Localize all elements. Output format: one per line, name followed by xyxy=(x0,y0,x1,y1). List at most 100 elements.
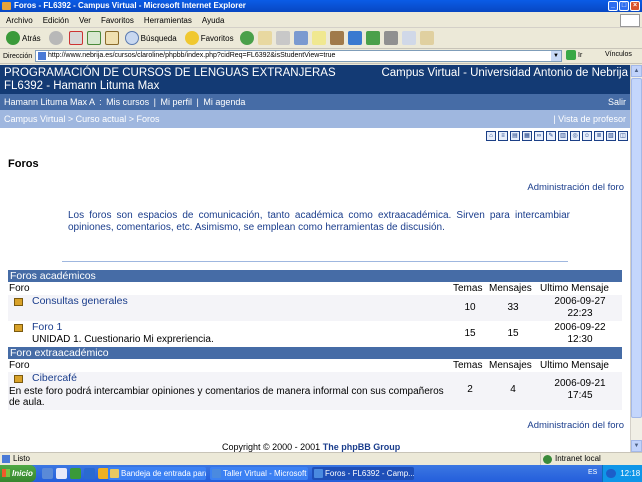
go-button[interactable]: Ir xyxy=(566,50,582,60)
scroll-thumb[interactable] xyxy=(631,78,642,418)
phpbb-link[interactable]: The phpBB Group xyxy=(323,442,401,452)
language-indicator[interactable]: ES xyxy=(588,469,597,476)
column-header: Foro Temas Mensajes Ultimo Mensaje xyxy=(9,283,609,294)
group-icon[interactable]: ◎ xyxy=(570,131,580,141)
forward-button[interactable] xyxy=(47,29,65,47)
users-icon[interactable]: ☺ xyxy=(582,131,592,141)
scroll-down-icon[interactable]: ▼ xyxy=(631,440,642,452)
back-button[interactable]: Atrás xyxy=(4,29,43,47)
announcements-icon[interactable]: ≣ xyxy=(594,131,604,141)
forum-admin-link-bottom[interactable]: Administración del foro xyxy=(527,420,624,431)
menu-ver[interactable]: Ver xyxy=(79,16,91,25)
network-icon[interactable] xyxy=(606,469,616,479)
link-mi-perfil[interactable]: Mi perfil xyxy=(160,97,192,107)
forum-link[interactable]: Consultas generales xyxy=(32,295,128,307)
column-header: Foro Temas Mensajes Ultimo Mensaje xyxy=(9,360,609,371)
page-icon xyxy=(38,52,46,60)
last-post: 2006-09-22 12:30 xyxy=(554,322,606,345)
campus-title[interactable]: Campus Virtual - Universidad Antonio de … xyxy=(381,67,628,79)
refresh-icon[interactable] xyxy=(86,31,101,45)
research-icon[interactable] xyxy=(329,31,344,45)
last-post: 2006-09-21 17:45 xyxy=(554,378,606,401)
last-post: 2006-09-27 22:23 xyxy=(554,296,606,319)
links-label[interactable]: Vínculos xyxy=(605,51,632,58)
task-foros[interactable]: Foros - FL6392 - Camp... xyxy=(312,467,414,480)
close-button[interactable]: × xyxy=(630,1,640,11)
desktop-icon[interactable] xyxy=(42,468,53,479)
crumb-curso[interactable]: Curso actual xyxy=(76,114,127,124)
address-label: Dirección xyxy=(3,52,33,60)
list-icon[interactable]: ≡ xyxy=(498,131,508,141)
campus-banner: PROGRAMACIÓN DE CURSOS DE LENGUAS EXTRAN… xyxy=(0,65,630,94)
work-icon[interactable]: ▥ xyxy=(558,131,568,141)
forward-arrow-icon xyxy=(48,31,63,45)
clock[interactable]: 12:18 xyxy=(620,469,640,478)
ie-quick-icon[interactable] xyxy=(84,468,95,479)
page-status-icon xyxy=(2,455,10,463)
link-mi-agenda[interactable]: Mi agenda xyxy=(203,97,245,107)
menu-edicion[interactable]: Edición xyxy=(43,16,69,25)
logout-link[interactable]: Salir xyxy=(608,94,626,110)
section-foro-extraacademico: Foro extraacadémico xyxy=(8,347,622,359)
edit-icon[interactable] xyxy=(293,31,308,45)
stop-icon[interactable] xyxy=(68,31,83,45)
links-icon[interactable]: ∞ xyxy=(534,131,544,141)
crumb-campus[interactable]: Campus Virtual xyxy=(4,114,65,124)
copy-icon[interactable] xyxy=(401,31,416,45)
home-icon[interactable] xyxy=(104,31,119,45)
address-dropdown-icon[interactable]: ▼ xyxy=(551,51,561,61)
forum-row: Cibercafé En este foro podrá intercambia… xyxy=(8,372,622,410)
crumb-foros[interactable]: Foros xyxy=(137,114,160,124)
translate-icon[interactable] xyxy=(365,31,380,45)
outlook-icon xyxy=(110,469,119,478)
address-url: http://www.nebrija.es/cursos/claroline/p… xyxy=(48,52,336,59)
folder-icon xyxy=(14,298,23,306)
link-mis-cursos[interactable]: Mis cursos xyxy=(106,97,149,107)
task-taller-virtual[interactable]: Taller Virtual - Microsoft ... xyxy=(210,467,308,480)
folder-icon xyxy=(14,375,23,383)
excel-icon[interactable] xyxy=(70,468,81,479)
back-arrow-icon xyxy=(6,31,20,45)
task-outlook[interactable]: Bandeja de entrada para ... xyxy=(108,467,206,480)
messenger-icon[interactable] xyxy=(347,31,362,45)
page-content: PROGRAMACIÓN DE CURSOS DE LENGUAS EXTRAN… xyxy=(0,65,630,452)
start-button[interactable]: Inicio xyxy=(0,465,36,482)
user-name: Hamann Lituma Max A xyxy=(4,97,95,107)
forum-link[interactable]: Cibercafé xyxy=(32,372,77,384)
address-input[interactable]: http://www.nebrija.es/cursos/claroline/p… xyxy=(35,50,562,62)
window-titlebar[interactable]: Foros - FL6392 - Campus Virtual - Micros… xyxy=(0,0,642,12)
forum-intro: Los foros son espacios de comunicación, … xyxy=(68,210,570,233)
forum-admin-link[interactable]: Administración del foro xyxy=(527,182,624,193)
calendar-icon[interactable]: ▦ xyxy=(522,131,532,141)
menu-ayuda[interactable]: Ayuda xyxy=(202,16,225,25)
menu-archivo[interactable]: Archivo xyxy=(6,16,33,25)
home-icon[interactable]: ⌂ xyxy=(486,131,496,141)
teacher-view-link[interactable]: | Vista de profesor xyxy=(553,110,626,128)
menu-favoritos[interactable]: Favoritos xyxy=(101,16,134,25)
ie-task-icon xyxy=(212,469,221,478)
word-icon[interactable] xyxy=(56,468,67,479)
chat-icon[interactable]: ◫ xyxy=(618,131,628,141)
discuss-icon[interactable] xyxy=(311,31,326,45)
mail-icon[interactable] xyxy=(257,31,272,45)
program-title: PROGRAMACIÓN DE CURSOS DE LENGUAS EXTRAN… xyxy=(4,67,336,79)
maximize-button[interactable]: □ xyxy=(619,1,629,11)
minimize-button[interactable]: _ xyxy=(608,1,618,11)
cut-icon[interactable] xyxy=(383,31,398,45)
favorites-button[interactable]: Favoritos xyxy=(183,29,236,47)
page-title: Foros xyxy=(8,158,39,170)
search-button[interactable]: Búsqueda xyxy=(123,29,179,47)
exercises-icon[interactable]: ✎ xyxy=(546,131,556,141)
go-arrow-icon xyxy=(566,50,576,60)
print-icon[interactable] xyxy=(275,31,290,45)
folder-icon xyxy=(14,324,23,332)
paste-icon[interactable] xyxy=(419,31,434,45)
forum-row: Foro 1 UNIDAD 1. Cuestionario Mi expreri… xyxy=(8,321,622,346)
forum-link[interactable]: Foro 1 xyxy=(32,321,62,333)
menu-herramientas[interactable]: Herramientas xyxy=(144,16,192,25)
scroll-up-icon[interactable]: ▲ xyxy=(631,65,642,77)
documents-icon[interactable]: ▤ xyxy=(510,131,520,141)
stats-icon[interactable]: ▧ xyxy=(606,131,616,141)
history-icon[interactable] xyxy=(239,31,254,45)
vertical-scrollbar[interactable]: ▲ ▼ xyxy=(630,65,642,452)
